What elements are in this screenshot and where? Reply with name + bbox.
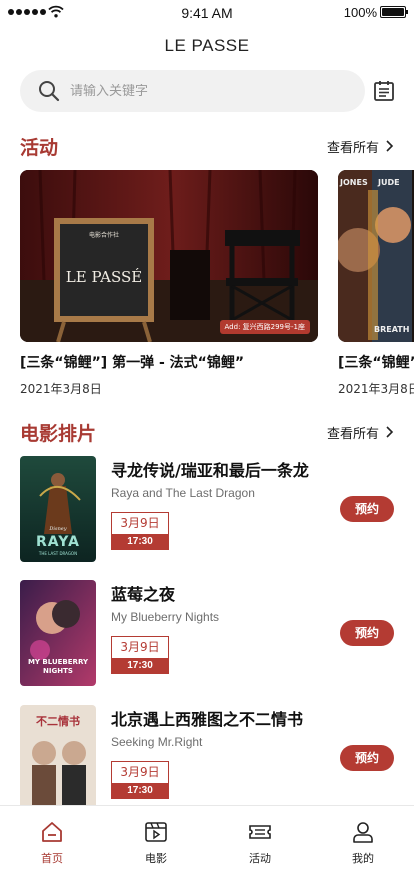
showtime-date: 3月9日 [112, 762, 168, 783]
tab-events[interactable]: 活动 [230, 820, 290, 866]
film-icon [145, 822, 167, 842]
book-button[interactable]: 预约 [340, 745, 394, 771]
poster-text: JUDE [378, 178, 400, 187]
movie-item[interactable]: 不二情书 北京遇上西雅图之不二情书 Seeking Mr.Right 3月9日 … [20, 705, 394, 811]
movie-poster: 不二情书 [20, 705, 96, 811]
movies-section-title: 电影排片 [20, 422, 97, 445]
chevron-right-icon [386, 426, 394, 438]
poster-subtitle: THE LAST DRAGON [38, 551, 78, 556]
tab-label: 我的 [352, 852, 374, 865]
events-section-header: 活动 查看所有 [20, 133, 394, 159]
status-bar: 9:41 AM 100% [0, 0, 414, 26]
app-title: LE PASSE [164, 36, 250, 55]
showtime-badge: 3月9日 17:30 [111, 636, 169, 674]
tab-label: 活动 [249, 852, 271, 865]
movie-subtitle: Raya and The Last Dragon [111, 486, 255, 500]
event-card[interactable]: JONES JUDE BREATH [三条“锦鲤”] 第二弹 2021年3月8日 [338, 170, 414, 397]
events-carousel[interactable]: 电影合作社 LE PASSÉ Add: 复兴西路299号-1座 [三条“锦鲤”]… [20, 170, 414, 400]
battery-percent: 100% [343, 5, 377, 20]
event-date: 2021年3月8日 [20, 382, 102, 396]
board-subtitle: 电影合作社 [88, 232, 119, 239]
poster-brand: Disney [49, 526, 67, 532]
see-all-label: 查看所有 [326, 426, 379, 442]
chevron-right-icon [386, 140, 394, 152]
poster-text: BREATH [374, 325, 410, 334]
poster-title: MY BLUEBERRY NIGHTS [27, 658, 89, 675]
showtime-badge: 3月9日 17:30 [111, 761, 169, 799]
tab-movies[interactable]: 电影 [126, 820, 186, 866]
calendar-icon[interactable] [372, 79, 396, 103]
board-text: LE PASSÉ [65, 268, 143, 286]
ticket-icon [249, 825, 271, 839]
movie-title: 寻龙传说/瑞亚和最后一条龙 [111, 461, 309, 480]
poster-text: JONES [340, 178, 368, 187]
event-image: 电影合作社 LE PASSÉ Add: 复兴西路299号-1座 [20, 170, 318, 342]
tab-label: 首页 [41, 852, 63, 865]
movie-poster: Disney RAYA THE LAST DRAGON [20, 456, 96, 562]
event-title: [三条“锦鲤”] 第一弹 - 法式“锦鲤” [20, 355, 245, 371]
showtime-time: 17:30 [112, 534, 168, 549]
user-icon [353, 822, 373, 843]
tab-label: 电影 [145, 852, 167, 865]
showtime-time: 17:30 [112, 783, 168, 798]
home-icon [42, 822, 62, 842]
search-input[interactable] [70, 83, 330, 99]
search-bar[interactable] [20, 70, 365, 112]
events-see-all-link[interactable]: 查看所有 [327, 137, 394, 156]
book-button[interactable]: 预约 [340, 496, 394, 522]
tab-home[interactable]: 首页 [22, 820, 82, 866]
event-card[interactable]: 电影合作社 LE PASSÉ Add: 复兴西路299号-1座 [三条“锦鲤”]… [20, 170, 318, 397]
address-tag: Add: 复兴西路299号-1座 [219, 320, 310, 334]
book-button[interactable]: 预约 [340, 620, 394, 646]
movie-poster: MY BLUEBERRY NIGHTS [20, 580, 96, 686]
movie-title: 蓝莓之夜 [111, 585, 176, 604]
movie-subtitle: My Blueberry Nights [111, 610, 220, 624]
movie-item[interactable]: MY BLUEBERRY NIGHTS 蓝莓之夜 My Blueberry Ni… [20, 580, 394, 686]
event-image: JONES JUDE BREATH [338, 170, 414, 342]
bottom-tab-bar: 首页 电影 活动 我的 [0, 805, 414, 896]
showtime-date: 3月9日 [112, 513, 168, 534]
movies-section-header: 电影排片 查看所有 [20, 419, 394, 445]
poster-title: RAYA [36, 534, 80, 550]
search-icon [39, 81, 60, 102]
event-date: 2021年3月8日 [338, 382, 414, 396]
events-section-title: 活动 [20, 136, 59, 159]
poster-title: 不二情书 [36, 715, 80, 728]
showtime-badge: 3月9日 17:30 [111, 512, 169, 550]
movie-item[interactable]: Disney RAYA THE LAST DRAGON 寻龙传说/瑞亚和最后一条… [20, 456, 394, 562]
event-title: [三条“锦鲤”] 第二弹 [338, 355, 414, 371]
movie-subtitle: Seeking Mr.Right [111, 735, 203, 749]
showtime-time: 17:30 [112, 658, 168, 673]
movies-see-all-link[interactable]: 查看所有 [327, 423, 394, 442]
battery-icon [380, 6, 408, 18]
showtime-date: 3月9日 [112, 637, 168, 658]
movie-title: 北京遇上西雅图之不二情书 [111, 710, 304, 729]
tab-profile[interactable]: 我的 [333, 820, 393, 866]
see-all-label: 查看所有 [326, 140, 379, 156]
